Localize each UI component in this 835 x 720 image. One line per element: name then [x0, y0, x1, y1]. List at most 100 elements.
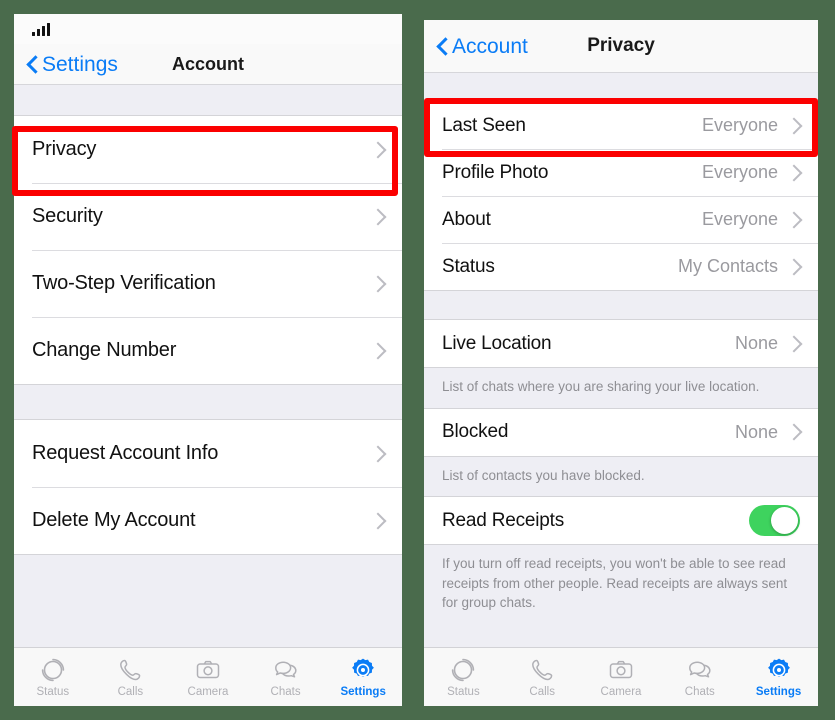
- list-item-value: Everyone: [701, 209, 778, 229]
- navbar-privacy: Account Privacy: [424, 20, 818, 73]
- list-item-read-receipts[interactable]: Read Receipts: [424, 497, 818, 545]
- list-item-status[interactable]: Status My Contacts: [424, 243, 818, 290]
- gear-icon: [352, 658, 375, 677]
- section-gap: [424, 73, 818, 101]
- tab-settings[interactable]: Settings: [324, 648, 402, 706]
- list-item-value: Everyone: [701, 162, 778, 182]
- tab-label: Calls: [529, 685, 555, 698]
- chevron-right-icon: [369, 208, 387, 225]
- tab-label: Camera: [187, 685, 229, 698]
- chevron-right-icon: [369, 445, 387, 462]
- list-item-about[interactable]: About Everyone: [424, 196, 818, 243]
- privacy-group-visibility: Last Seen Everyone Profile Photo Everyon…: [424, 101, 818, 291]
- footnote-read-receipts: If you turn off read receipts, you won't…: [424, 545, 818, 624]
- list-item-label: Delete My Account: [32, 509, 196, 531]
- phone-handset-icon: [532, 659, 553, 680]
- list-item-profile-photo[interactable]: Profile Photo Everyone: [424, 149, 818, 196]
- tab-label: Settings: [755, 685, 802, 698]
- list-item-label: Security: [32, 205, 103, 227]
- tab-camera[interactable]: Camera: [582, 648, 661, 706]
- chevron-right-icon: [785, 164, 803, 181]
- chevron-right-icon: [369, 275, 387, 292]
- chevron-right-icon: [785, 423, 803, 441]
- tab-label: Camera: [600, 685, 642, 698]
- tab-bar: Status Calls Camera Chats Settings: [14, 647, 402, 706]
- chat-bubbles-icon: [688, 660, 711, 678]
- list-item-blocked[interactable]: Blocked None: [424, 408, 818, 456]
- privacy-group-read-receipts: Read Receipts: [424, 496, 818, 546]
- status-bar: [14, 14, 402, 44]
- list-item-value: None: [734, 333, 778, 353]
- tab-camera[interactable]: Camera: [169, 648, 247, 706]
- tab-label: Status: [447, 685, 480, 698]
- status-ring-icon: [41, 658, 64, 681]
- list-item-privacy[interactable]: Privacy: [14, 116, 402, 183]
- tab-status[interactable]: Status: [424, 648, 503, 706]
- list-item-label: Status: [442, 255, 495, 277]
- list-item-label: Last Seen: [442, 114, 526, 136]
- chevron-right-icon: [785, 211, 803, 228]
- chevron-left-icon: [436, 36, 448, 56]
- list-item-delete-my-account[interactable]: Delete My Account: [14, 487, 402, 554]
- list-item-value: My Contacts: [677, 256, 778, 276]
- phone-handset-icon: [120, 659, 141, 680]
- footnote-blocked: List of contacts you have blocked.: [424, 456, 818, 497]
- list-item-label: About: [442, 208, 491, 230]
- tab-label: Settings: [340, 685, 386, 698]
- read-receipts-toggle[interactable]: [749, 505, 800, 537]
- back-button-account[interactable]: Account: [424, 36, 528, 57]
- footnote-live-location: List of chats where you are sharing your…: [424, 368, 818, 408]
- tab-chats[interactable]: Chats: [660, 648, 739, 706]
- camera-icon: [609, 660, 633, 678]
- settings-list-privacy[interactable]: Last Seen Everyone Profile Photo Everyon…: [424, 73, 818, 647]
- list-item-label: Profile Photo: [442, 161, 549, 183]
- toggle-knob: [771, 507, 798, 535]
- back-button-label: Settings: [42, 52, 118, 76]
- list-item-label: Live Location: [442, 332, 552, 354]
- status-ring-icon: [452, 658, 475, 681]
- phone-screen-privacy: Account Privacy Last Seen Everyone Profi…: [424, 20, 818, 706]
- list-item-label: Blocked: [442, 421, 509, 443]
- list-item-label: Change Number: [32, 339, 177, 361]
- chevron-right-icon: [785, 117, 803, 134]
- back-button-label: Account: [452, 34, 528, 58]
- account-group-2: Request Account Info Delete My Account: [14, 419, 402, 555]
- list-item-label: Privacy: [32, 138, 97, 160]
- list-item-two-step-verification[interactable]: Two-Step Verification: [14, 250, 402, 317]
- section-gap: [424, 291, 818, 319]
- gear-icon: [767, 658, 790, 677]
- list-item-last-seen[interactable]: Last Seen Everyone: [424, 102, 818, 149]
- list-item-label: Read Receipts: [442, 509, 565, 531]
- tab-label: Chats: [270, 685, 301, 698]
- tab-calls[interactable]: Calls: [92, 648, 170, 706]
- settings-list-account[interactable]: Privacy Security Two-Step Verification C…: [14, 85, 402, 647]
- chevron-right-icon: [785, 258, 803, 275]
- back-button-settings[interactable]: Settings: [14, 54, 118, 75]
- tab-calls[interactable]: Calls: [503, 648, 582, 706]
- chevron-right-icon: [785, 335, 803, 352]
- tab-label: Chats: [684, 685, 715, 698]
- tab-label: Status: [36, 685, 70, 698]
- privacy-group-live-location: Live Location None: [424, 319, 818, 368]
- tab-settings[interactable]: Settings: [739, 648, 818, 706]
- account-group-1: Privacy Security Two-Step Verification C…: [14, 115, 402, 385]
- tab-status[interactable]: Status: [14, 648, 92, 706]
- camera-icon: [196, 660, 220, 678]
- list-item-label: Request Account Info: [32, 442, 219, 464]
- chevron-right-icon: [369, 342, 387, 359]
- navbar-account: Settings Account: [14, 44, 402, 85]
- list-item-change-number[interactable]: Change Number: [14, 317, 402, 384]
- list-item-security[interactable]: Security: [14, 183, 402, 250]
- tab-label: Calls: [117, 685, 144, 698]
- list-item-request-account-info[interactable]: Request Account Info: [14, 420, 402, 487]
- section-gap: [14, 385, 402, 419]
- tab-chats[interactable]: Chats: [247, 648, 325, 706]
- list-item-live-location[interactable]: Live Location None: [424, 320, 818, 367]
- chevron-right-icon: [369, 512, 387, 529]
- tab-bar: Status Calls Camera Chats Settings: [424, 647, 818, 706]
- chat-bubbles-icon: [274, 660, 297, 678]
- list-item-label: Two-Step Verification: [32, 272, 216, 294]
- phone-screen-account: Settings Account Privacy Security Two-St…: [14, 14, 402, 706]
- list-item-value: None: [734, 421, 778, 442]
- signal-bars-icon: [32, 22, 50, 36]
